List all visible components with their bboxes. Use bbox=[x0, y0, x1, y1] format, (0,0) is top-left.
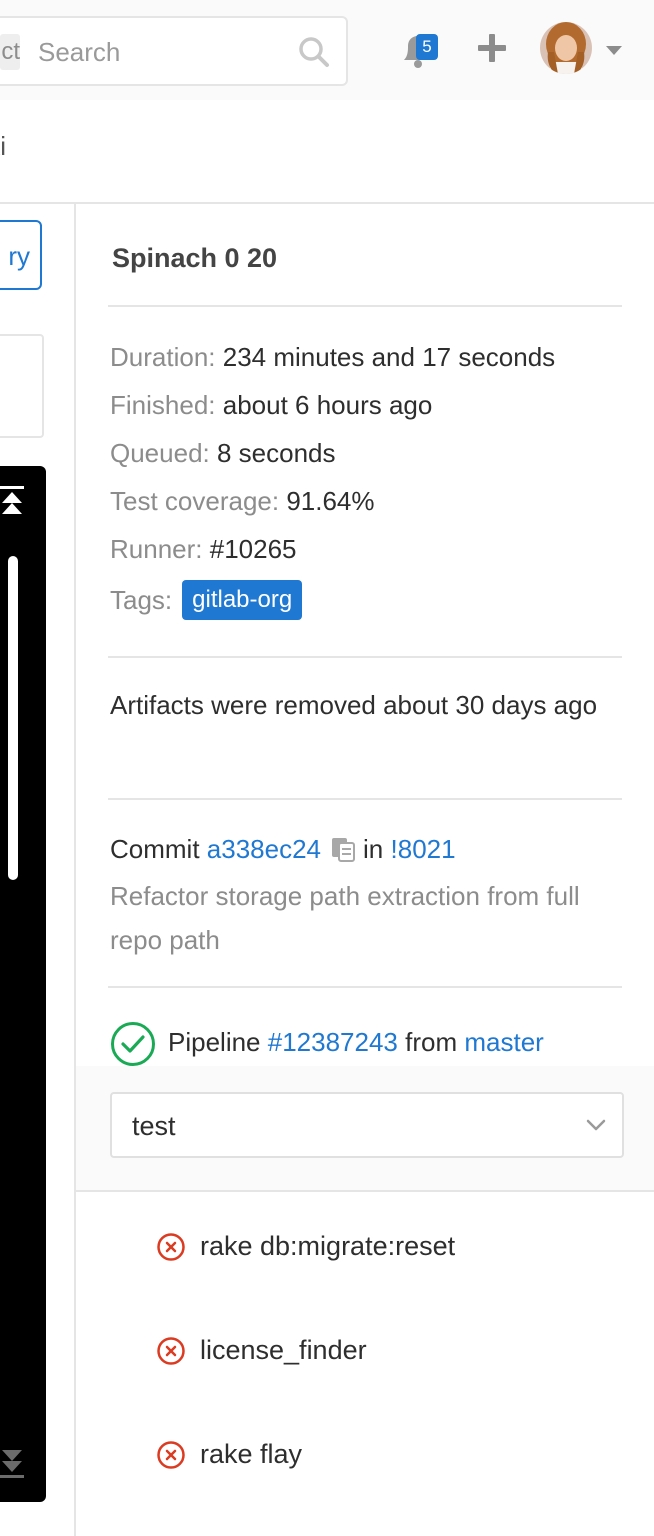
detail-tags: Tags: gitlab-org bbox=[110, 580, 303, 620]
detail-runner: Runner: #10265 bbox=[110, 534, 297, 564]
search-scope-chip[interactable]: ct bbox=[0, 34, 20, 70]
divider bbox=[108, 656, 622, 658]
divider bbox=[108, 986, 622, 988]
copy-icon[interactable] bbox=[331, 836, 357, 862]
search-icon[interactable] bbox=[298, 36, 330, 68]
chevron-down-icon bbox=[586, 1119, 606, 1131]
avatar-image bbox=[540, 22, 592, 74]
artifacts-status: Artifacts were removed about 30 days ago bbox=[110, 690, 598, 720]
divider bbox=[108, 798, 622, 800]
job-title: Spinach 0 20 bbox=[112, 243, 278, 273]
tag-badge: gitlab-org bbox=[182, 580, 303, 620]
pipeline-info: Pipeline #12387243 from master bbox=[110, 1020, 544, 1067]
scroll-top-icon[interactable] bbox=[0, 486, 24, 518]
commit-sha-link[interactable]: a338ec24 bbox=[207, 834, 321, 864]
divider bbox=[108, 305, 622, 307]
sidebar-divider bbox=[74, 204, 76, 1536]
plus-icon[interactable] bbox=[476, 32, 508, 64]
header-divider bbox=[0, 202, 654, 204]
nav-tab-fragment[interactable]: ki bbox=[0, 126, 28, 166]
detail-finished: Finished: about 6 hours ago bbox=[110, 390, 433, 420]
detail-duration: Duration: 234 minutes and 17 seconds bbox=[110, 342, 556, 372]
merge-request-link[interactable]: !8021 bbox=[391, 834, 456, 864]
scroll-bottom-icon[interactable] bbox=[0, 1446, 24, 1480]
detail-queued: Queued: 8 seconds bbox=[110, 438, 336, 468]
search-box[interactable]: ct bbox=[0, 16, 348, 86]
status-failed-icon bbox=[157, 1441, 185, 1469]
top-navbar: ct 5 ki bbox=[0, 0, 654, 161]
build-log-panel bbox=[0, 466, 46, 1502]
notifications-button[interactable]: 5 bbox=[398, 30, 442, 70]
retry-button-fragment[interactable]: ry bbox=[0, 220, 42, 290]
commit-message: Refactor storage path extraction from fu… bbox=[110, 881, 580, 955]
status-success-icon[interactable] bbox=[110, 1021, 156, 1067]
detail-test-coverage: Test coverage: 91.64% bbox=[110, 486, 375, 516]
commit-info: Commit a338ec24 in !8021 bbox=[110, 834, 456, 864]
job-info-box-fragment bbox=[0, 334, 44, 438]
pipeline-link[interactable]: #12387243 bbox=[268, 1027, 398, 1057]
notification-count-badge: 5 bbox=[416, 34, 438, 60]
status-failed-icon bbox=[157, 1233, 185, 1261]
status-failed-icon bbox=[157, 1337, 185, 1365]
log-scrollbar[interactable] bbox=[8, 556, 18, 880]
branch-link[interactable]: master bbox=[464, 1027, 543, 1057]
stage-dropdown[interactable]: test bbox=[110, 1092, 624, 1158]
search-input[interactable] bbox=[38, 32, 288, 72]
user-avatar[interactable] bbox=[540, 22, 592, 74]
caret-down-icon[interactable] bbox=[606, 46, 622, 56]
